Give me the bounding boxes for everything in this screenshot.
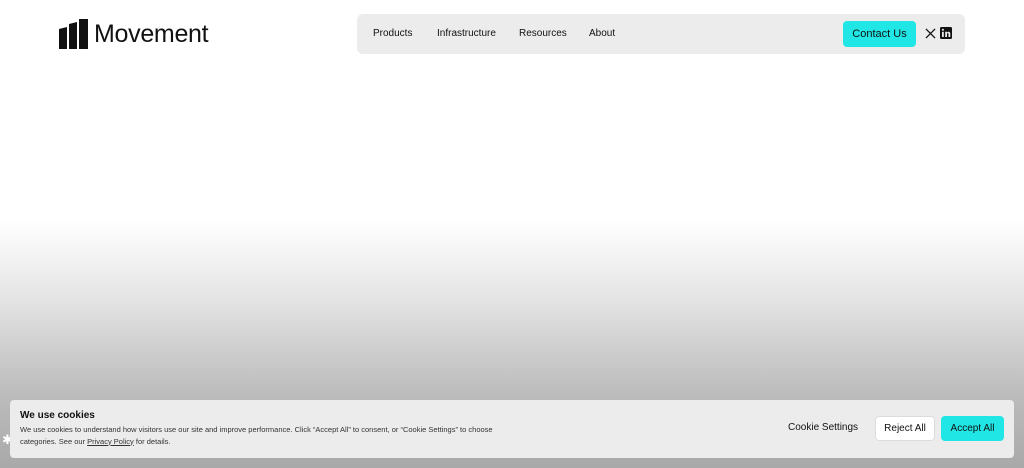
logo-text: Movement: [94, 20, 209, 48]
movement-logo[interactable]: Movement: [59, 19, 209, 49]
cookie-settings-button[interactable]: Cookie Settings: [788, 417, 858, 439]
x-icon[interactable]: [925, 28, 936, 39]
cookie-banner: We use cookies We use cookies to underst…: [10, 400, 1014, 458]
linkedin-icon[interactable]: [940, 27, 952, 39]
nav-item-products[interactable]: Products: [373, 14, 412, 54]
accept-all-button[interactable]: Accept All: [941, 416, 1004, 441]
privacy-policy-link[interactable]: Privacy Policy: [87, 437, 134, 446]
main-navbar: Products Infrastructure Resources About …: [357, 14, 965, 54]
movement-logo-icon: [59, 19, 88, 49]
contact-us-button[interactable]: Contact Us: [843, 21, 916, 47]
nav-item-about[interactable]: About: [589, 14, 615, 54]
nav-links: Products Infrastructure Resources About: [357, 14, 657, 54]
nav-item-resources[interactable]: Resources: [519, 14, 567, 54]
cookie-description: We use cookies to understand how visitor…: [20, 424, 510, 447]
cookie-title: We use cookies: [20, 410, 95, 421]
cookie-text-after-link: for details.: [133, 436, 171, 446]
nav-item-infrastructure[interactable]: Infrastructure: [437, 14, 496, 54]
reject-all-button[interactable]: Reject All: [875, 416, 935, 441]
